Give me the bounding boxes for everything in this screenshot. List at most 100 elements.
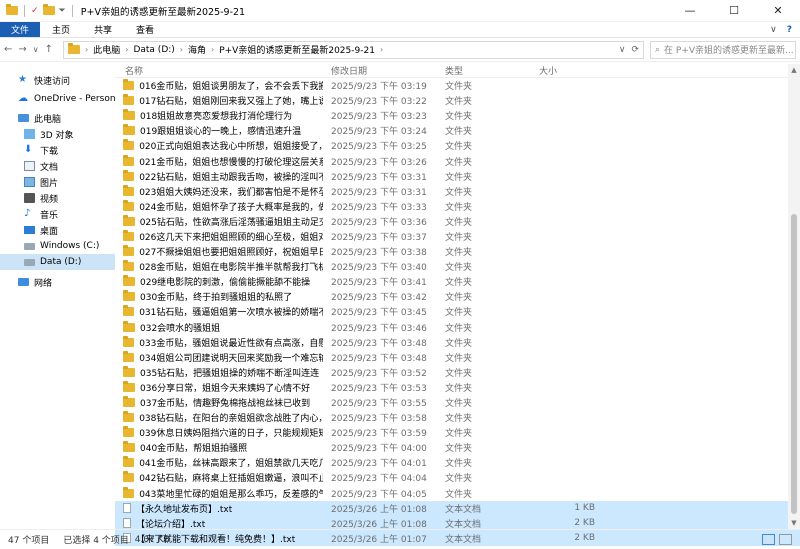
table-row[interactable]: 018姐姐故意亮恋爱想我打消伦理行为 2025/9/23 下午 03:23 文件夹 — [115, 108, 800, 123]
file-name-cell[interactable]: 042钻石贴，麻将桌上狂插姐姐嫩逼，浪叫不止... — [123, 471, 323, 484]
file-name-cell[interactable]: 030金币贴，终于拍到骚姐姐的私照了 — [123, 290, 323, 303]
file-name-cell[interactable]: 039休息日姨妈阻挡穴道的日子，只能规规矩矩... — [123, 426, 323, 439]
scroll-down-icon[interactable]: ▼ — [788, 519, 800, 527]
table-row[interactable]: 023姐姐大姨妈还没来，我们都害怕是不是怀孕... 2025/9/23 下午 03… — [115, 184, 800, 199]
help-icon[interactable]: ? — [787, 25, 792, 35]
table-row[interactable]: 041金币贴，丝袜高跟来了，姐姐禁欲几天吃几... 2025/9/23 下午 04… — [115, 455, 800, 470]
vertical-scrollbar[interactable]: ▲ ▼ — [788, 64, 800, 529]
file-name-cell[interactable]: 022钻石贴，姐姐主动跟我舌吻，被操的淫叫不... — [123, 169, 323, 183]
file-name-cell[interactable]: 036分享日常，姐姐今天来姨妈了心情不好 — [123, 380, 323, 394]
column-header-size[interactable]: 大小 — [539, 64, 557, 77]
minimize-button[interactable]: — — [668, 4, 712, 17]
maximize-button[interactable]: ☐ — [712, 4, 756, 17]
table-row[interactable]: 029继电影院的刺激，偷偷能撅能舔不能操 2025/9/23 下午 03:41 文件… — [115, 274, 800, 289]
file-name-cell[interactable]: 023姐姐大姨妈还没来，我们都害怕是不是怀孕... — [123, 184, 323, 198]
expand-ribbon-icon[interactable]: ∨ — [770, 25, 777, 35]
table-row[interactable]: 031钻石贴，骚逼姐姐第一次喷水被操的娇喘不... 2025/9/23 下午 03… — [115, 304, 800, 319]
file-name-cell[interactable]: 034姐姐公司团建说明天回来奖励我一个难忘输... — [123, 350, 323, 364]
table-row[interactable]: 030金币贴，终于拍到骚姐姐的私照了 2025/9/23 下午 03:42 文件夹 — [115, 289, 800, 304]
file-name-cell[interactable]: 040金币贴，帮姐姐拍骚照 — [123, 441, 323, 454]
file-name-cell[interactable]: 017钻石贴，姐姐刚回来我又强上了她，嘴上说... — [123, 94, 323, 107]
search-input[interactable]: 在 P+V亲姐的诱惑更新至最新... — [664, 43, 794, 56]
search-box[interactable]: ⌕ 在 P+V亲姐的诱惑更新至最新... — [650, 40, 796, 59]
up-button[interactable]: ↑ — [45, 44, 53, 55]
table-row[interactable]: 022钻石贴，姐姐主动跟我舌吻，被操的淫叫不... 2025/9/23 下午 03… — [115, 169, 800, 184]
address-bar[interactable]: › 此电脑 › Data (D:) › 海角 › P+V亲姐的诱惑更新至最新20… — [63, 40, 644, 59]
table-row[interactable]: 019跟姐姐谈心的一晚上，感情迅速升温 2025/9/23 下午 03:24 文件夹 — [115, 123, 800, 138]
sidebar-item-windows-c[interactable]: Windows (C:) — [0, 238, 115, 254]
table-row[interactable]: 038钻石贴，在阳台的亲姐姐欲念战胜了内心，... 2025/9/23 下午 03… — [115, 410, 800, 425]
table-row[interactable]: 021金币贴，姐姐也想慢慢的打破伦理这层关系... 2025/9/23 下午 03… — [115, 153, 800, 168]
file-name-cell[interactable]: 016金币贴，姐姐谈男朋友了，会不会丢下我搬... — [123, 79, 323, 92]
table-row[interactable]: 037金币贴，情趣野兔棉拖战袍丝袜已收到 2025/9/23 下午 03:55 文件… — [115, 395, 800, 410]
table-row[interactable]: 020正式向姐姐表达我心中所想，姐姐接受了，... 2025/9/23 下午 03… — [115, 138, 800, 153]
file-name-cell[interactable]: 【永久地址发布页】.txt — [123, 502, 323, 515]
back-button[interactable]: ← — [4, 44, 12, 55]
sidebar-item-network[interactable]: 网络 — [0, 274, 115, 290]
table-row[interactable]: 024金币贴，姐姐怀孕了孩子大概率是我的，做... 2025/9/23 下午 03… — [115, 199, 800, 214]
new-folder-icon[interactable] — [42, 4, 55, 15]
table-row[interactable]: 035钻石贴，把骚姐姐操的娇喘不断淫叫连连 2025/9/23 下午 03:52 文… — [115, 365, 800, 380]
file-name-cell[interactable]: 031钻石贴，骚逼姐姐第一次喷水被操的娇喘不... — [123, 305, 323, 318]
sidebar-item-this-pc[interactable]: 此电脑 — [0, 110, 115, 126]
sidebar-item-music[interactable]: ♪ 音乐 — [0, 206, 115, 222]
file-name-cell[interactable]: 033金币贴，骚姐姐说最近性欲有点高涨，自慰... — [123, 335, 323, 349]
table-row[interactable]: 033金币贴，骚姐姐说最近性欲有点高涨，自慰... 2025/9/23 下午 03… — [115, 335, 800, 350]
tab-view[interactable]: 查看 — [124, 22, 166, 37]
tab-share[interactable]: 共享 — [82, 22, 124, 37]
file-name-cell[interactable]: 020正式向姐姐表达我心中所想，姐姐接受了，... — [123, 139, 323, 152]
file-name-cell[interactable]: 041金币贴，丝袜高跟来了，姐姐禁欲几天吃几... — [123, 456, 323, 469]
details-view-icon[interactable] — [762, 534, 775, 545]
breadcrumb-current-folder[interactable]: P+V亲姐的诱惑更新至最新2025-9-21 — [219, 43, 375, 56]
file-name-cell[interactable]: 019跟姐姐谈心的一晚上，感情迅速升温 — [123, 124, 323, 137]
tab-file[interactable]: 文件 — [0, 22, 40, 37]
column-header-name[interactable]: 名称 — [125, 64, 143, 77]
tab-home[interactable]: 主页 — [40, 22, 82, 37]
properties-icon[interactable]: ✓ — [31, 6, 39, 16]
file-name-cell[interactable]: 027不撅操姐姐也要把姐姐照顾好，祝姐姐早日... — [123, 245, 323, 258]
file-name-cell[interactable]: 018姐姐故意亮恋爱想我打消伦理行为 — [123, 109, 323, 122]
file-name-cell[interactable]: 043菜地里忙碌的姐姐是那么乖巧，反差感的气... — [123, 486, 323, 500]
file-name-cell[interactable]: 037金币贴，情趣野兔棉拖战袍丝袜已收到 — [123, 396, 323, 409]
table-row[interactable]: 043菜地里忙碌的姐姐是那么乖巧，反差感的气... 2025/9/23 下午 04… — [115, 486, 800, 501]
table-row[interactable]: 【永久地址发布页】.txt 2025/3/26 上午 01:08 文本文档 1 KB — [115, 500, 800, 516]
sidebar-item-onedrive[interactable]: ☁ OneDrive - Persona — [0, 91, 115, 107]
breadcrumb-haijiao[interactable]: 海角 — [188, 43, 206, 56]
sidebar-item-3d-objects[interactable]: 3D 对象 — [0, 126, 115, 142]
sidebar-item-data-d[interactable]: Data (D:) — [0, 254, 115, 270]
sidebar-item-downloads[interactable]: ⬇ 下载 — [0, 142, 115, 158]
table-row[interactable]: 025钻石贴，性欲高涨后淫荡骚逼姐姐主动足交 2025/9/23 下午 03:36… — [115, 214, 800, 229]
file-name-cell[interactable]: 032会喷水的骚姐姐 — [123, 320, 323, 334]
sidebar-item-videos[interactable]: 视频 — [0, 190, 115, 206]
table-row[interactable]: 027不撅操姐姐也要把姐姐照顾好，祝姐姐早日... 2025/9/23 下午 03… — [115, 244, 800, 259]
refresh-icon[interactable]: ⟳ — [631, 45, 639, 55]
file-name-cell[interactable]: 035钻石贴，把骚姐姐操的娇喘不断淫叫连连 — [123, 365, 323, 379]
sidebar-item-quick-access[interactable]: ★ 快速访问 — [0, 72, 115, 88]
table-row[interactable]: 036分享日常，姐姐今天来姨妈了心情不好 2025/9/23 下午 03:53 文件… — [115, 380, 800, 395]
scrollbar-thumb[interactable] — [791, 214, 797, 514]
breadcrumb-data-drive[interactable]: Data (D:) — [133, 45, 174, 55]
address-dropdown-icon[interactable]: ∨ — [619, 45, 626, 55]
sidebar-item-documents[interactable]: 文档 — [0, 158, 115, 174]
scroll-up-icon[interactable]: ▲ — [788, 66, 800, 74]
column-header-type[interactable]: 类型 — [445, 64, 463, 77]
forward-button[interactable]: → — [18, 44, 26, 55]
table-row[interactable]: 039休息日姨妈阻挡穴道的日子，只能规规矩矩... 2025/9/23 下午 03… — [115, 425, 800, 440]
file-name-cell[interactable]: 029继电影院的刺激，偷偷能撅能舔不能操 — [123, 275, 323, 288]
table-row[interactable]: 034姐姐公司团建说明天回来奖励我一个难忘输... 2025/9/23 下午 03… — [115, 350, 800, 365]
file-name-cell[interactable]: 021金币贴，姐姐也想慢慢的打破伦理这层关系... — [123, 154, 323, 168]
sidebar-item-pictures[interactable]: 图片 — [0, 174, 115, 190]
table-row[interactable]: 028金币贴，姐姐在电影院半推半就帮我打飞机... 2025/9/23 下午 03… — [115, 259, 800, 274]
table-row[interactable]: 042钻石贴，麻将桌上狂插姐姐嫩逼，浪叫不止... 2025/9/23 下午 04… — [115, 470, 800, 485]
quick-access-dropdown-icon[interactable]: ⏷ — [59, 6, 66, 16]
file-name-cell[interactable]: 026这几天下来把姐姐照顾的细心至极，姐姐对... — [123, 229, 323, 243]
sidebar-item-desktop[interactable]: 桌面 — [0, 222, 115, 238]
large-icons-view-icon[interactable] — [779, 534, 792, 545]
file-name-cell[interactable]: 028金币贴，姐姐在电影院半推半就帮我打飞机... — [123, 260, 323, 273]
file-name-cell[interactable]: 038钻石贴，在阳台的亲姐姐欲念战胜了内心，... — [123, 411, 323, 424]
table-row[interactable]: 016金币贴，姐姐谈男朋友了，会不会丢下我搬... 2025/9/23 下午 03… — [115, 78, 800, 93]
table-row[interactable]: 017钻石贴，姐姐刚回来我又强上了她，嘴上说... 2025/9/23 下午 03… — [115, 93, 800, 108]
file-name-cell[interactable]: 024金币贴，姐姐怀孕了孩子大概率是我的，做... — [123, 199, 323, 213]
file-name-cell[interactable]: 025钻石贴，性欲高涨后淫荡骚逼姐姐主动足交 — [123, 214, 323, 228]
file-name-cell[interactable]: 【论坛介绍】.txt — [123, 517, 323, 530]
